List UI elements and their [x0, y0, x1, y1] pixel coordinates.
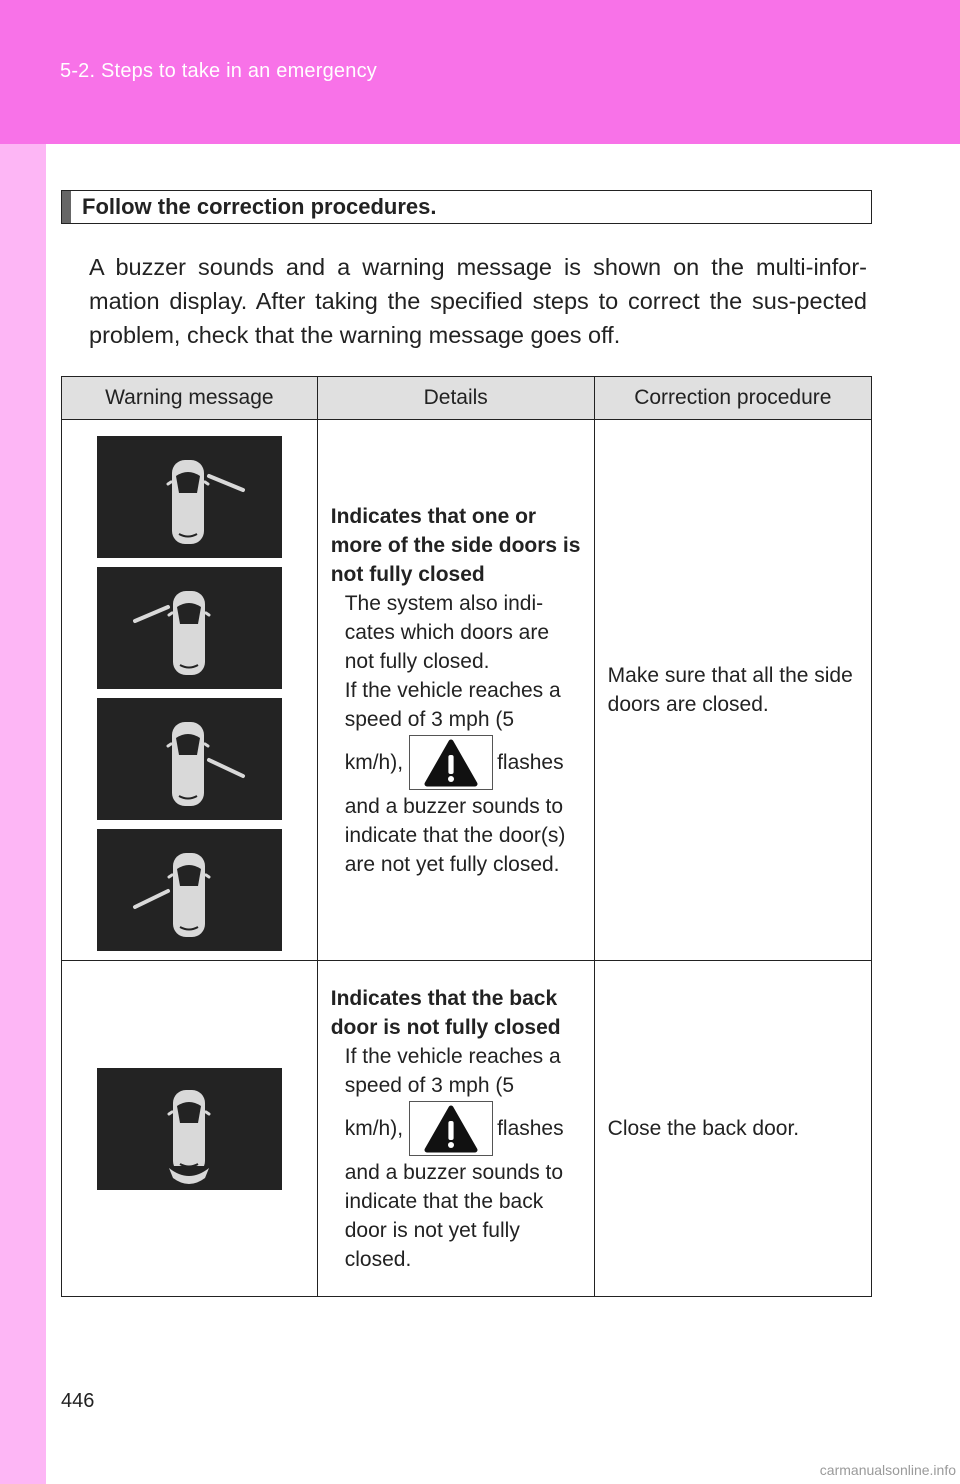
page-number: 446	[61, 1390, 95, 1412]
intro-paragraph: A buzzer sounds and a warning message is…	[89, 254, 867, 348]
detail-text: The system also indi-cates which doors a…	[344, 591, 550, 673]
breadcrumb: 5-2. Steps to take in an emergency	[60, 60, 377, 82]
side-door-rear-right-open-display	[96, 697, 282, 820]
detail-text: If the vehicle reaches a speed of 3 mph …	[344, 678, 561, 731]
table-row: Indicates that one or more of the side d…	[61, 419, 873, 961]
details-cell: Indicates that one or more of the side d…	[316, 419, 595, 961]
correction-cell: Close the back door.	[593, 960, 873, 1297]
detail-pre-icon: km/h),	[344, 1117, 404, 1140]
header-details: Details	[316, 376, 595, 420]
side-door-front-right-open-display	[96, 435, 282, 558]
side-door-rear-left-open-display	[96, 828, 282, 951]
detail-title: Indicates that the back door is not full…	[330, 986, 561, 1039]
details-cell: Indicates that the back door is not full…	[316, 960, 595, 1297]
correction-cell: Make sure that all the side doors are cl…	[593, 419, 873, 961]
warning-images-cell	[61, 419, 318, 961]
table-header-row: Warning message Details Correction proce…	[61, 376, 873, 420]
detail-title: Indicates that one or more of the side d…	[330, 504, 581, 586]
watermark: carmanualsonline.info	[819, 1462, 956, 1478]
detail-text: and a buzzer sounds to indicate that the…	[344, 794, 566, 876]
warning-triangle-icon	[409, 1101, 494, 1156]
detail-pre-icon: km/h),	[344, 751, 404, 774]
section-heading: Follow the correction procedures.	[61, 190, 872, 224]
back-door-open-display	[96, 1067, 282, 1190]
header-warning-message: Warning message	[61, 376, 318, 420]
section-title: Follow the correction procedures.	[82, 194, 437, 219]
detail-inline-row: km/h), flashes	[331, 1100, 584, 1158]
section-heading-bar	[62, 191, 71, 223]
detail-text: If the vehicle reaches a speed of 3 mph …	[344, 1044, 561, 1097]
detail-post-icon: flashes	[497, 1117, 564, 1140]
warning-triangle-icon	[409, 735, 494, 790]
side-band	[0, 144, 46, 1484]
warning-images-cell	[61, 960, 318, 1297]
header-correction: Correction procedure	[593, 376, 873, 420]
table-row: Indicates that the back door is not full…	[61, 960, 873, 1297]
detail-text: and a buzzer sounds to indicate that the…	[344, 1160, 564, 1271]
warning-table: Warning message Details Correction proce…	[61, 376, 873, 1297]
detail-inline-row: km/h), flashes	[331, 734, 584, 792]
side-door-front-left-open-display	[96, 566, 282, 689]
detail-post-icon: flashes	[497, 751, 564, 774]
